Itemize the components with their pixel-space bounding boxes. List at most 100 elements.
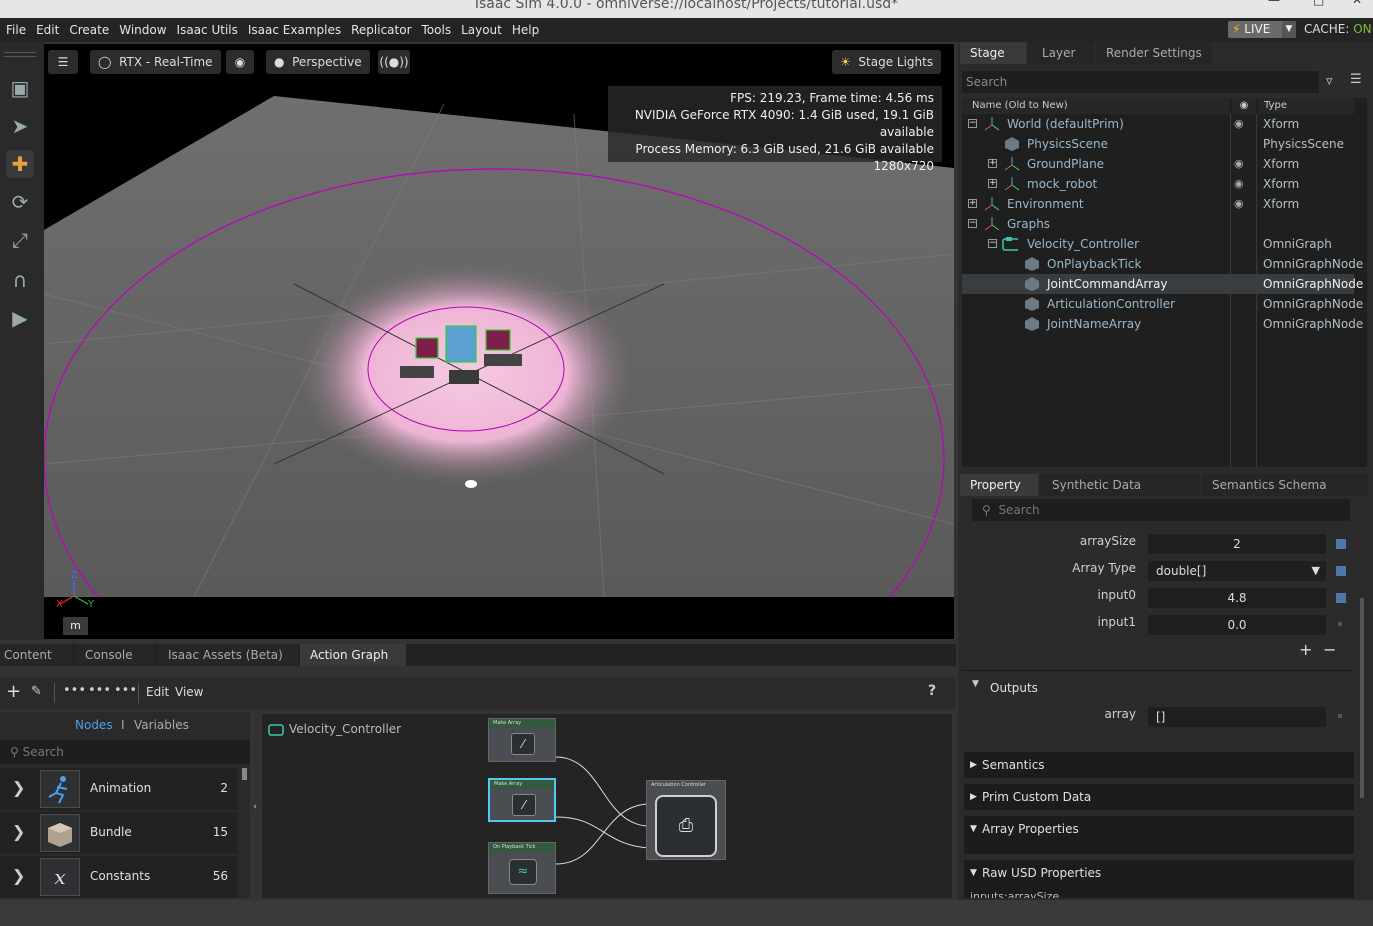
live-button[interactable]: ⚡ LIVE ▼ bbox=[1228, 21, 1296, 38]
chevron-down-icon[interactable]: ▼ bbox=[1282, 21, 1296, 38]
viewport[interactable]: Z X Y ☰ ◯ RTX - Real-Time ◉ ● Perspectiv… bbox=[44, 44, 954, 639]
pencil-icon[interactable]: ✎ bbox=[31, 684, 42, 699]
tab-isaac-assets[interactable]: Isaac Assets (Beta) bbox=[158, 644, 298, 666]
close-icon[interactable]: ✕ bbox=[1352, 0, 1362, 6]
visibility-eye-icon[interactable]: ◉ bbox=[1234, 114, 1244, 134]
input0-field[interactable]: 4.8 bbox=[1148, 588, 1326, 608]
broadcast-button[interactable]: ((●)) bbox=[378, 50, 410, 74]
menu-create[interactable]: Create bbox=[64, 18, 114, 42]
graph-node-on-playback-tick[interactable]: On Playback Tick ≈ bbox=[488, 842, 556, 894]
tab-console[interactable]: Console bbox=[75, 644, 155, 666]
move-icon[interactable]: ✚ bbox=[6, 150, 34, 178]
play-icon[interactable]: ▶ bbox=[6, 304, 34, 332]
nodes-search-input[interactable]: ⚲ Search bbox=[0, 740, 250, 764]
tab-semantics-schema-editor[interactable]: Semantics Schema Editor bbox=[1202, 474, 1368, 514]
tab-synthetic-data-recorder[interactable]: Synthetic Data Recorder bbox=[1040, 474, 1200, 514]
filter-icon[interactable]: ▿ bbox=[1326, 74, 1333, 89]
tree-row[interactable]: − Velocity_Controller OmniGraph bbox=[962, 234, 1354, 254]
graph-view-menu[interactable]: View bbox=[175, 685, 203, 699]
rotate-icon[interactable]: ⟳ bbox=[6, 188, 34, 216]
tree-row[interactable]: JointNameArray OmniGraphNode bbox=[962, 314, 1363, 334]
input0-checkbox[interactable] bbox=[1336, 593, 1346, 603]
layout-dots-third-icon[interactable]: ••• bbox=[114, 683, 137, 698]
property-scrollbar[interactable] bbox=[1360, 598, 1364, 798]
layout-dots-icon[interactable]: ••• bbox=[63, 683, 86, 698]
collapse-icon[interactable]: − bbox=[988, 239, 997, 248]
camera-button[interactable]: ● Perspective bbox=[266, 50, 370, 74]
property-search-input[interactable]: ⚲ Search bbox=[972, 499, 1350, 521]
expand-icon[interactable]: + bbox=[968, 199, 977, 208]
tree-row[interactable]: ArticulationController OmniGraphNode bbox=[962, 294, 1363, 314]
menu-isaac-utils[interactable]: Isaac Utils bbox=[172, 18, 243, 42]
menu-isaac-examples[interactable]: Isaac Examples bbox=[243, 18, 346, 42]
minimize-icon[interactable]: — bbox=[1268, 0, 1280, 6]
viewport-settings-button[interactable]: ☰ bbox=[48, 50, 78, 74]
menu-edit[interactable]: Edit bbox=[31, 18, 64, 42]
graph-node-articulation-controller[interactable]: Articulation Controller ⎙ bbox=[646, 780, 726, 860]
scale-icon[interactable]: ⤢ bbox=[6, 226, 34, 254]
select-mode-icon[interactable]: ▣ bbox=[6, 74, 34, 102]
tree-row[interactable]: − World (defaultPrim) ◉ Xform bbox=[962, 114, 1354, 134]
graph-node-make-array-2[interactable]: Make Array ⁄ bbox=[488, 778, 556, 822]
menu-list-icon[interactable]: ☰ bbox=[1350, 72, 1362, 87]
tab-property[interactable]: Property bbox=[960, 474, 1038, 496]
collapse-icon[interactable]: − bbox=[968, 119, 977, 128]
visibility-eye-icon[interactable]: ◉ bbox=[1234, 174, 1244, 194]
add-icon[interactable]: + bbox=[1299, 640, 1312, 659]
visibility-button[interactable]: ◉ bbox=[226, 50, 254, 74]
tab-render-settings[interactable]: Render Settings bbox=[1096, 42, 1212, 64]
menu-tools[interactable]: Tools bbox=[417, 18, 457, 42]
menu-file[interactable]: File bbox=[1, 18, 31, 42]
units-button[interactable]: m bbox=[63, 617, 88, 635]
layout-dots-alt-icon[interactable]: ••• bbox=[88, 683, 111, 698]
array-type-checkbox[interactable] bbox=[1336, 566, 1346, 576]
menu-help[interactable]: Help bbox=[507, 18, 544, 42]
select-arrow-icon[interactable]: ➤ bbox=[6, 112, 34, 140]
expand-icon[interactable]: + bbox=[988, 159, 997, 168]
array-type-dropdown[interactable]: double[] ▼ bbox=[1148, 561, 1326, 581]
tree-row-selected[interactable]: JointCommandArray OmniGraphNode bbox=[962, 274, 1363, 294]
visibility-eye-icon[interactable]: ◉ bbox=[1234, 154, 1244, 174]
tree-row[interactable]: PhysicsScene PhysicsScene bbox=[962, 134, 1354, 154]
graph-node-make-array-1[interactable]: Make Array ⁄ bbox=[488, 718, 556, 762]
variables-tab[interactable]: Variables bbox=[134, 718, 189, 732]
category-animation[interactable]: ❯ Animation 2 bbox=[0, 768, 238, 810]
tab-action-graph[interactable]: Action Graph bbox=[300, 644, 406, 666]
expand-triangle-icon[interactable]: ▼ bbox=[972, 679, 979, 689]
stage-search-input[interactable]: Search bbox=[962, 71, 1319, 93]
col-type-header[interactable]: Type bbox=[1258, 98, 1354, 114]
tree-row[interactable]: − Graphs bbox=[962, 214, 1354, 234]
snap-magnet-icon[interactable]: ∩ bbox=[6, 266, 34, 294]
input1-field[interactable]: 0.0 bbox=[1148, 615, 1326, 635]
menu-replicator[interactable]: Replicator bbox=[346, 18, 416, 42]
category-bundle[interactable]: ❯ Bundle 15 bbox=[0, 812, 238, 854]
section-semantics[interactable]: ▶ Semantics bbox=[964, 752, 1354, 778]
add-icon[interactable]: + bbox=[6, 681, 21, 702]
section-array-properties[interactable]: ▼ Array Properties bbox=[964, 816, 1354, 854]
collapse-icon[interactable]: − bbox=[968, 219, 977, 228]
menu-window[interactable]: Window bbox=[114, 18, 171, 42]
category-constants[interactable]: ❯ x Constants 56 bbox=[0, 856, 238, 898]
graph-edit-menu[interactable]: Edit bbox=[146, 685, 169, 699]
stage-lights-button[interactable]: ☀ Stage Lights bbox=[832, 50, 942, 74]
tree-row[interactable]: + GroundPlane ◉ Xform bbox=[962, 154, 1354, 174]
nodes-scrollbar[interactable] bbox=[242, 768, 247, 780]
remove-icon[interactable]: − bbox=[1323, 640, 1336, 659]
collapse-panel-button[interactable]: ‹ bbox=[250, 792, 260, 822]
expand-icon[interactable]: + bbox=[988, 179, 997, 188]
tab-content[interactable]: Content bbox=[0, 644, 72, 666]
col-name-header[interactable]: Name (Old to New) bbox=[962, 98, 1230, 114]
help-button[interactable]: ? bbox=[928, 683, 936, 699]
tree-row[interactable]: OnPlaybackTick OmniGraphNode bbox=[962, 254, 1363, 274]
tree-row[interactable]: + mock_robot ◉ Xform bbox=[962, 174, 1354, 194]
tree-row[interactable]: + Environment ◉ Xform bbox=[962, 194, 1354, 214]
renderer-button[interactable]: ◯ RTX - Real-Time bbox=[90, 50, 221, 74]
arraysize-checkbox[interactable] bbox=[1336, 539, 1346, 549]
tab-stage[interactable]: Stage bbox=[960, 42, 1026, 64]
menu-layout[interactable]: Layout bbox=[456, 18, 507, 42]
tab-layer[interactable]: Layer bbox=[1028, 42, 1094, 64]
array-output-field[interactable]: [] bbox=[1148, 707, 1326, 727]
nodes-tab[interactable]: Nodes bbox=[75, 718, 113, 732]
section-prim-custom-data[interactable]: ▶ Prim Custom Data bbox=[964, 784, 1354, 810]
maximize-icon[interactable]: □ bbox=[1313, 0, 1324, 6]
